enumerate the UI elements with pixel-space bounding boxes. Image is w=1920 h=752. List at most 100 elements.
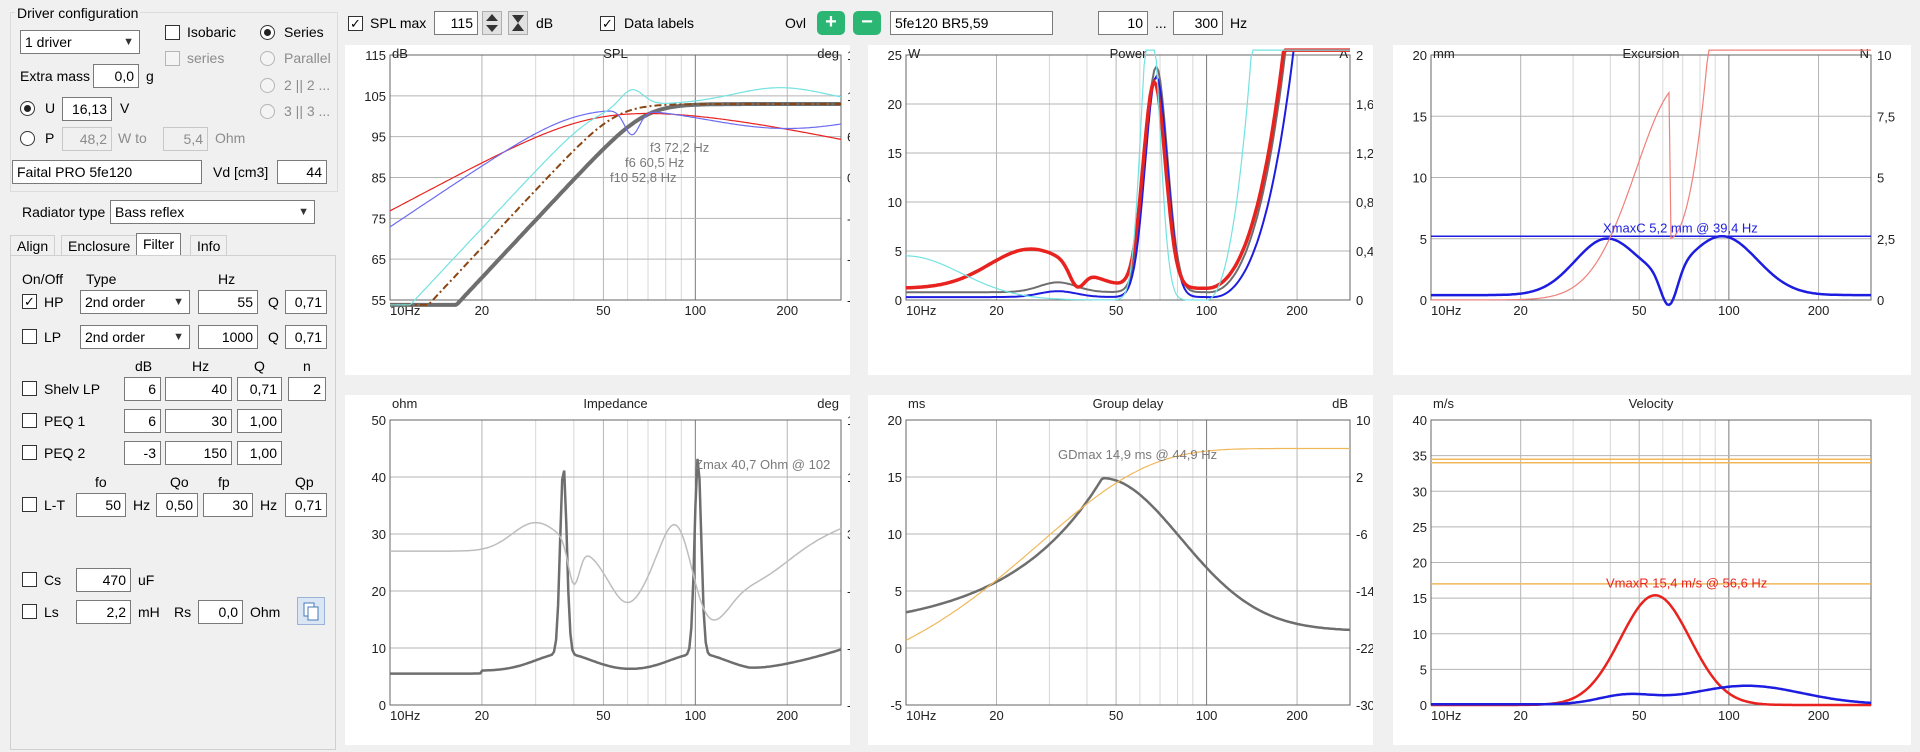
chart-title: SPL: [603, 46, 628, 61]
hdr-qo: Qo: [170, 474, 189, 490]
x-tick: 10Hz: [1431, 708, 1461, 723]
data-labels-checkbox[interactable]: ✓: [600, 16, 615, 31]
power-curve-red: [905, 48, 1350, 290]
excursion-curve: [1431, 234, 1871, 307]
hp-hz-input[interactable]: 55: [198, 290, 258, 314]
y-tick-left: 0: [1420, 293, 1427, 308]
peq1-checkbox[interactable]: [22, 413, 37, 428]
add-overlay-button[interactable]: +: [817, 11, 845, 35]
opt2-radio[interactable]: [260, 78, 275, 93]
peq1-q-input[interactable]: 1,00: [237, 409, 282, 433]
groupdelay-curve: [905, 476, 1351, 632]
col-type: Type: [86, 271, 117, 287]
ls-input[interactable]: 2,2: [76, 600, 131, 624]
peq1-db-input[interactable]: 6: [124, 409, 161, 433]
velocity-curve-blue: [1431, 684, 1872, 706]
chevron-down-icon: ▼: [173, 296, 184, 308]
ls-checkbox[interactable]: [22, 604, 37, 619]
series-radio[interactable]: [260, 25, 275, 40]
u-input[interactable]: 16,13: [62, 97, 112, 121]
isobaric-checkbox[interactable]: [165, 25, 180, 40]
spl-data-label: f6 60,5 Hz: [625, 155, 684, 170]
remove-overlay-button[interactable]: −: [853, 11, 881, 35]
y-tick-right: 2: [1356, 470, 1363, 485]
hp-label: HP: [44, 294, 64, 310]
u-radio[interactable]: [20, 101, 35, 116]
w-to-label: W to: [118, 130, 147, 146]
plus-icon: +: [825, 11, 837, 33]
lt-checkbox[interactable]: [22, 497, 37, 512]
tab-filter[interactable]: Filter: [136, 233, 182, 257]
y-tick-right: -30: [1356, 698, 1373, 713]
opt3-radio[interactable]: [260, 104, 275, 119]
spl-max-fit-button[interactable]: [508, 11, 528, 35]
shelv-hz-input[interactable]: 40: [165, 377, 232, 401]
peq1-hz-input[interactable]: 30: [165, 409, 232, 433]
lp-type-select[interactable]: 2nd order ▼: [80, 325, 190, 349]
hp-checkbox[interactable]: ✓: [22, 294, 37, 309]
chart-groupdelay: 20151050-5102-6-14-22-3010Hz 20 50 100 200Gr…: [868, 395, 1373, 745]
y-tick-right: -14: [1356, 584, 1373, 599]
x-tick: 100: [1718, 303, 1740, 318]
extra-mass-unit: g: [146, 68, 154, 84]
tab-enclosure[interactable]: Enclosure: [61, 235, 138, 257]
hp-type-select[interactable]: 2nd order ▼: [80, 290, 190, 314]
cs-checkbox[interactable]: [22, 572, 37, 587]
cs-input[interactable]: 470: [76, 568, 131, 592]
copy-button[interactable]: [297, 597, 325, 625]
freq-to-input[interactable]: 300: [1173, 11, 1223, 35]
extra-mass-input[interactable]: 0,0: [93, 64, 139, 88]
lt-qo-input[interactable]: 0,50: [156, 493, 198, 517]
peq2-db-input[interactable]: -3: [124, 441, 161, 465]
ohm-input[interactable]: 5,4: [163, 127, 208, 151]
rs-label: Rs: [174, 604, 192, 620]
peq2-q-input[interactable]: 1,00: [237, 441, 282, 465]
y-tick-right: 0: [1356, 293, 1363, 308]
freq-from-input[interactable]: 10: [1098, 11, 1148, 35]
hdr-db: dB: [135, 358, 153, 374]
hp-q-input[interactable]: 0,71: [285, 290, 327, 314]
p-radio[interactable]: [20, 131, 35, 146]
drivers-select[interactable]: 1 driver ▼: [20, 30, 140, 54]
hdr-fp: fp: [218, 474, 230, 490]
shelv-lp-checkbox[interactable]: [22, 381, 37, 396]
lt-fp-input[interactable]: 30: [203, 493, 253, 517]
shelv-n-input[interactable]: 2: [288, 377, 326, 401]
x-tick: 200: [1286, 303, 1308, 318]
tab-info[interactable]: Info: [190, 235, 228, 257]
series-checkbox[interactable]: [165, 51, 180, 66]
peq2-hz-input[interactable]: 150: [165, 441, 232, 465]
rs-input[interactable]: 0,0: [198, 600, 243, 624]
shelv-db-input[interactable]: 6: [124, 377, 161, 401]
y-tick-left: 25: [1413, 520, 1427, 535]
spl-max-checkbox[interactable]: ✓: [348, 16, 363, 31]
peq2-checkbox[interactable]: [22, 445, 37, 460]
y-tick-left: 10: [372, 641, 386, 656]
tab-align[interactable]: Align: [10, 235, 56, 257]
col-onoff: On/Off: [22, 271, 63, 287]
shelv-q-input[interactable]: 0,71: [237, 377, 282, 401]
y-unit-right: deg: [817, 46, 839, 61]
y-tick-left: 15: [1413, 591, 1427, 606]
radiator-type-label: Radiator type: [22, 204, 106, 220]
spl-max-stepper[interactable]: [482, 11, 502, 35]
overlay-name-field[interactable]: 5fe120 BR5,59: [890, 11, 1053, 35]
spl-max-input[interactable]: 115: [434, 11, 478, 35]
chart-power: 252015105021,61,20,80,4010Hz 20 50 100 200Po…: [868, 45, 1373, 375]
lt-qp-input[interactable]: 0,71: [285, 493, 327, 517]
lp-checkbox[interactable]: [22, 329, 37, 344]
y-tick-left: 30: [1413, 484, 1427, 499]
y-tick-right: 1,6: [1356, 97, 1373, 112]
p-input[interactable]: 48,2: [62, 127, 112, 151]
opt3-label: 3 || 3 ...: [284, 103, 331, 119]
y-tick-right: -180: [847, 698, 850, 713]
lp-q-input[interactable]: 0,71: [285, 325, 327, 349]
lt-fo-input[interactable]: 50: [76, 493, 126, 517]
lp-hz-input[interactable]: 1000: [198, 325, 258, 349]
y-tick-left: 20: [888, 413, 902, 428]
radiator-type-select[interactable]: Bass reflex ▼: [110, 200, 315, 224]
driver-name-field[interactable]: Faital PRO 5fe120: [12, 160, 202, 184]
hdr-q: Q: [254, 358, 265, 374]
parallel-radio[interactable]: [260, 51, 275, 66]
vd-input[interactable]: 44: [277, 160, 327, 184]
